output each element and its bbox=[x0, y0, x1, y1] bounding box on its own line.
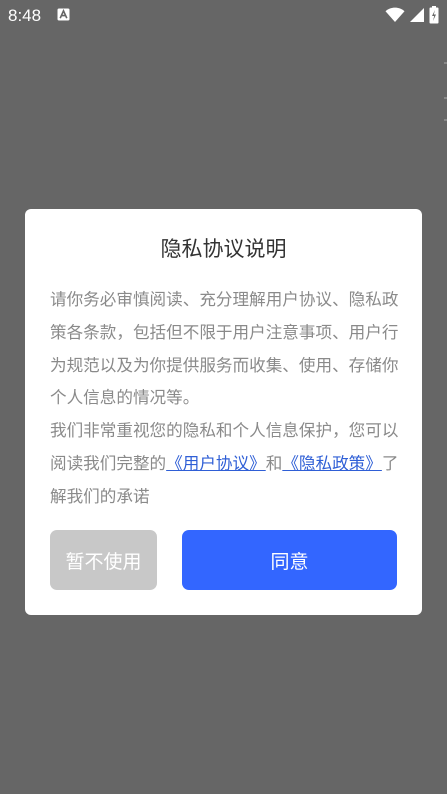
privacy-policy-link[interactable]: 《隐私政策》 bbox=[282, 454, 382, 473]
wifi-icon bbox=[385, 7, 405, 22]
user-agreement-link[interactable]: 《用户协议》 bbox=[166, 454, 266, 473]
a-letter-icon bbox=[57, 8, 70, 21]
agree-button[interactable]: 同意 bbox=[182, 530, 397, 590]
status-bar: 8:48 bbox=[0, 0, 447, 32]
status-time: 8:48 bbox=[8, 6, 42, 25]
battery-icon bbox=[429, 6, 439, 24]
dialog-title: 隐私协议说明 bbox=[160, 237, 287, 261]
privacy-paragraph-2: 我们非常重视您的隐私和个人信息保护，您可以阅读我们完整的《用户协议》和《隐私政策… bbox=[50, 415, 402, 513]
status-icons bbox=[385, 6, 439, 24]
privacy-paragraph-1: 请你务必审慎阅读、充分理解用户协议、隐私政策各条款，包括但不限于用户注意事项、用… bbox=[50, 290, 399, 408]
cellular-signal-icon bbox=[410, 8, 424, 22]
conjunction-text: 和 bbox=[265, 453, 283, 473]
dialog-body: 请你务必审慎阅读、充分理解用户协议、隐私政策各条款，包括但不限于用户注意事项、用… bbox=[50, 284, 402, 514]
decline-button[interactable]: 暂不使用 bbox=[50, 530, 157, 590]
